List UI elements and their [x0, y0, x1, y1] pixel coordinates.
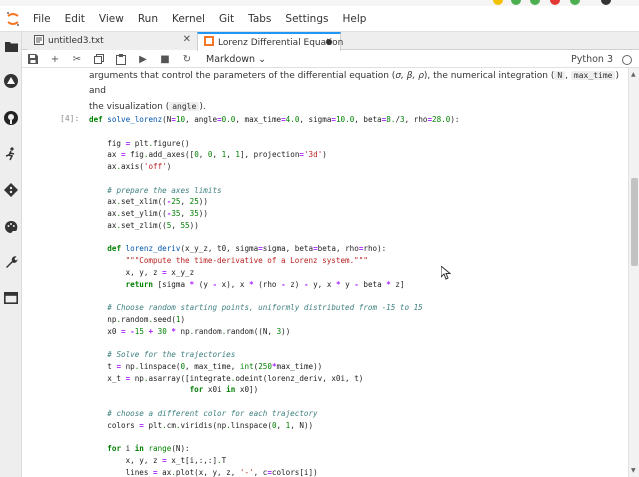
code-line: return [sigma * (y - x), x * (rho - z) -… [125, 279, 405, 289]
code-line: fig = plt.figure() [89, 138, 190, 148]
cut-cell-button[interactable]: ✂ [66, 51, 88, 68]
code-line: for i in range(N): [107, 444, 190, 453]
code-line: def solve_lorenz(N=10, angle=0.0, max_ti… [89, 115, 460, 124]
markdown-line: the visualization (angle). [89, 102, 206, 112]
save-button[interactable] [22, 51, 44, 68]
paste-cell-button[interactable] [110, 51, 132, 68]
code-line: ax = fig.add_axes([0, 0, 1, 1], projecti… [89, 150, 327, 160]
unsaved-dot-icon[interactable] [326, 39, 332, 45]
save-icon [28, 54, 38, 64]
menu-git[interactable]: Git [212, 6, 241, 32]
status-dot-icon [570, 0, 580, 5]
scroll-up-icon[interactable]: ▲ [631, 71, 636, 78]
kernel-status-icon [622, 55, 632, 65]
code-line: ax.set_ylim((-35, 35)) [89, 209, 208, 218]
markdown-line: arguments that control the parameters of… [89, 71, 619, 96]
code-line: ax.axis('off') [89, 162, 172, 171]
code-line: """Compute the time-derivative of a Lore… [125, 256, 368, 265]
status-dot-icon [511, 0, 521, 5]
code-line: lines = ax.plot(x, y, z, '-', c=colors[i… [89, 467, 318, 477]
notebook-content: arguments that control the parameters of… [22, 68, 628, 477]
cell-type-select[interactable]: Markdown ⌄ [206, 54, 266, 65]
markdown-cell[interactable]: arguments that control the parameters of… [89, 68, 619, 115]
status-dot-icon [550, 0, 560, 5]
menu-help[interactable]: Help [335, 6, 373, 32]
git-icon[interactable] [3, 182, 19, 198]
restart-kernel-button[interactable]: ↻ [176, 51, 198, 68]
github-icon[interactable] [3, 110, 19, 126]
tabs-icon[interactable] [3, 290, 19, 306]
scroll-down-icon[interactable]: ▼ [631, 467, 636, 474]
status-dot-icon [493, 0, 503, 5]
interrupt-kernel-button[interactable]: ■ [154, 51, 176, 68]
debugger-run-icon[interactable] [3, 146, 19, 162]
tab-label: untitled3.txt [48, 36, 104, 46]
inline-code: angle [169, 102, 200, 111]
code-line: # prepare the axes limits [107, 185, 222, 195]
cell-type-value: Markdown [206, 53, 256, 65]
jupyterlab-window: File Edit View Run Kernel Git Tabs Setti… [0, 0, 639, 477]
scroll-thumb[interactable] [631, 178, 638, 266]
code-line: np.random.seed(1) [89, 314, 186, 324]
menu-kernel[interactable]: Kernel [165, 6, 212, 32]
menu-view[interactable]: View [92, 6, 131, 32]
text-file-icon [34, 34, 44, 48]
code-line: def lorenz_deriv(x_y_z, t0, sigma=sigma,… [107, 244, 387, 254]
palette-icon[interactable] [3, 219, 19, 235]
code-line: x0 = -15 + 30 * np.random.random((N, 3)) [89, 326, 291, 336]
folder-icon[interactable] [3, 38, 19, 54]
code-line: x, y, z = x_y_z [89, 267, 195, 277]
close-tab-icon[interactable]: ✕ [183, 34, 191, 45]
code-line: ax.set_zlim((5, 55)) [89, 220, 199, 230]
code-line: x, y, z = x_t[i,:,:].T [89, 455, 227, 465]
running-kernels-icon[interactable] [3, 73, 19, 89]
code-line: t = np.linspace(0, max_time, int(250*max… [89, 361, 323, 371]
code-line: x_t = np.asarray([integrate.odeint(loren… [89, 373, 364, 383]
vertical-scrollbar[interactable]: ▲ ▼ [628, 68, 639, 477]
paste-icon [116, 53, 126, 65]
code-line: # choose a different color for each traj… [107, 408, 318, 418]
notebook-icon [204, 36, 214, 49]
mouse-cursor-icon [440, 264, 452, 284]
menu-edit[interactable]: Edit [58, 6, 92, 32]
menu-tabs[interactable]: Tabs [241, 6, 278, 32]
inline-code: N [554, 71, 566, 80]
kernel-name[interactable]: Python 3 [571, 54, 613, 65]
tab-label: Lorenz Differential Equation [218, 37, 344, 48]
inline-code: max_time [570, 71, 616, 80]
execution-count: [4]: [60, 114, 80, 123]
copy-icon [94, 54, 104, 64]
tab-lorenz-notebook[interactable]: Lorenz Differential Equation [197, 32, 344, 51]
menu-file[interactable]: File [26, 6, 58, 32]
notebook-toolbar: + ✂ ▶ ■ ↻ Markdown ⌄ Python 3 [22, 51, 639, 68]
status-dot-icon [530, 0, 540, 5]
code-line: for x0i in x0]) [189, 385, 259, 395]
copy-cell-button[interactable] [88, 51, 110, 68]
menu-run[interactable]: Run [131, 6, 165, 32]
menu-settings[interactable]: Settings [278, 6, 335, 32]
left-sidebar [0, 32, 22, 477]
code-line: ax.set_xlim((-25, 25)) [89, 197, 208, 207]
tab-untitled3[interactable]: untitled3.txt ✕ [28, 32, 197, 50]
insert-cell-button[interactable]: + [44, 51, 66, 68]
greek-params: σ, β, ρ [395, 71, 424, 81]
code-line: # Choose random starting points, uniform… [107, 303, 423, 312]
code-line: # Solve for the trajectories [107, 350, 236, 359]
code-line: colors = plt.cm.viridis(np.linspace(0, 1… [89, 420, 314, 430]
menu-bar: File Edit View Run Kernel Git Tabs Setti… [0, 6, 639, 32]
user-avatar-icon[interactable] [601, 0, 611, 5]
jupyter-logo-icon [0, 6, 26, 32]
run-cell-button[interactable]: ▶ [132, 51, 154, 68]
wrench-icon[interactable] [3, 254, 19, 270]
document-tab-bar: untitled3.txt ✕ Lorenz Differential Equa… [22, 32, 639, 51]
chevron-down-icon: ⌄ [258, 53, 267, 65]
